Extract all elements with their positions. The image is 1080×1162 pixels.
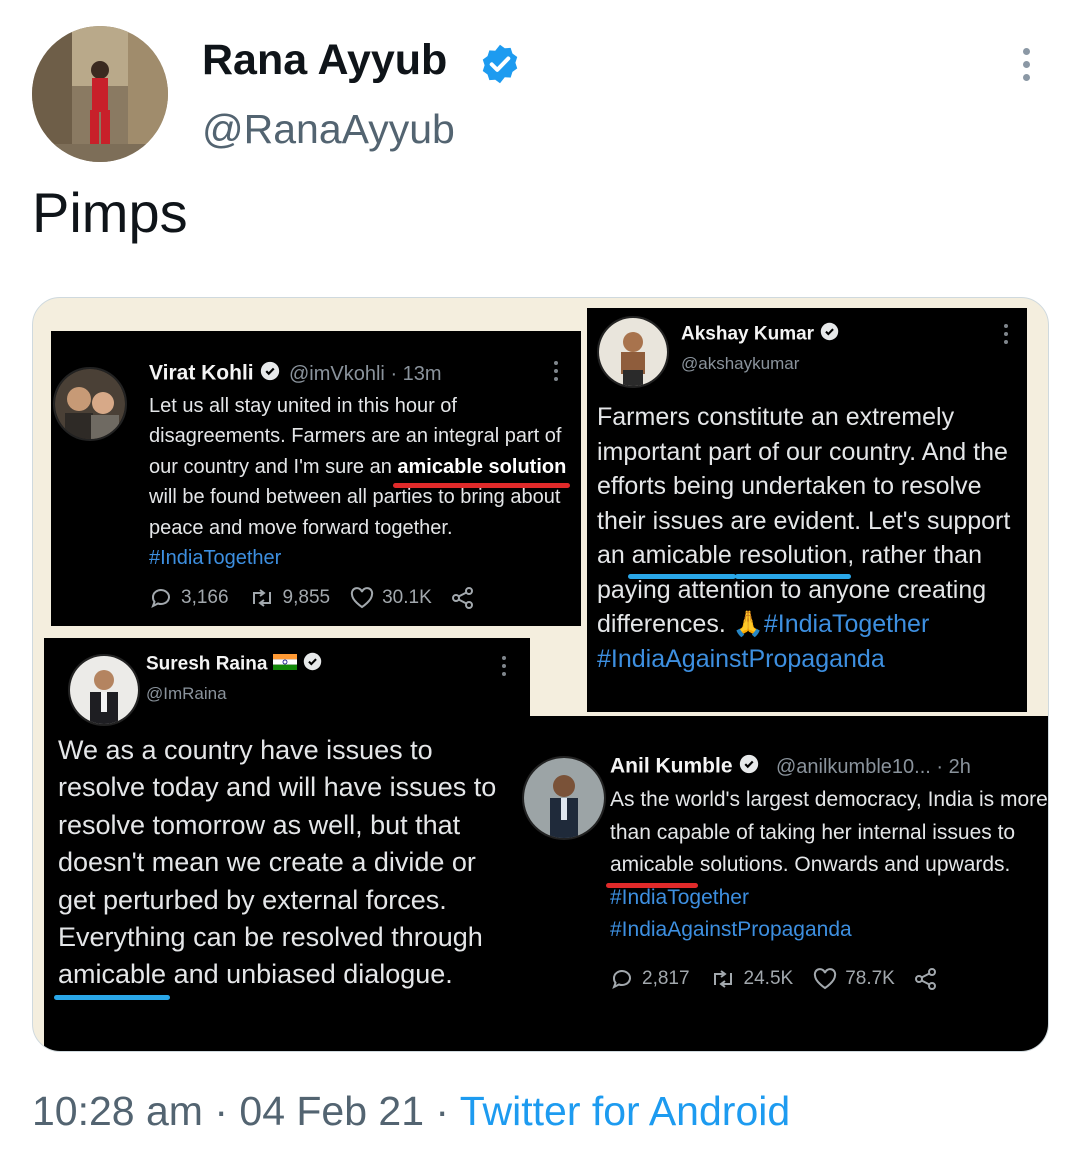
tweet-source-link[interactable]: Twitter for Android (460, 1088, 790, 1134)
raina-name: Suresh Raina (146, 653, 268, 675)
kohli-handle: @imVkohli (289, 363, 385, 385)
akshay-highlight-2: resolution (738, 541, 848, 569)
raina-handle: @ImRaina (146, 684, 227, 703)
red-underline-mark (606, 882, 699, 888)
like-icon (814, 968, 837, 990)
tweet-meta: 10:28 am · 04 Feb 21 · Twitter for Andro… (32, 1088, 790, 1135)
kohli-highlight: amicable solution (397, 455, 567, 478)
reply-icon (151, 589, 170, 609)
raina-avatar (68, 654, 140, 726)
separator: · (424, 1088, 460, 1134)
kumble-handle: @anilkumble10... (776, 756, 931, 778)
share-icon (914, 968, 936, 990)
reply-icon (612, 970, 631, 990)
verified-badge-icon (478, 42, 522, 86)
akshay-highlight-1: amicable (631, 541, 732, 569)
user-handle[interactable]: @RanaAyyub (202, 106, 455, 153)
akshay-avatar (597, 316, 669, 388)
akshay-space (732, 541, 739, 569)
separator: · (202, 1088, 240, 1134)
kumble-retweets: 24.5K (743, 968, 794, 989)
tweet-date[interactable]: 04 Feb 21 (239, 1088, 424, 1134)
kohli-retweets: 9,855 (282, 587, 331, 608)
kohli-text-b: will be found between all parties to bri… (149, 486, 561, 539)
display-name[interactable]: Rana Ayyub (202, 36, 447, 85)
like-icon (350, 587, 374, 609)
kumble-highlight: amicable (610, 853, 695, 876)
kumble-text-a: As the world's largest democracy, India … (610, 788, 1048, 844)
kumble-verified-icon (739, 754, 759, 780)
avatar[interactable] (32, 26, 168, 162)
retweet-icon (713, 970, 732, 988)
akshay-verified-icon (820, 322, 839, 347)
kohli-tweet-card: Virat Kohli @imVkohli · 13m Let us all s… (51, 331, 581, 626)
akshay-handle: @akshaykumar (681, 354, 800, 373)
more-options-icon[interactable] (1016, 48, 1036, 88)
kumble-time: · 2h (936, 756, 971, 778)
tweet-media-image[interactable]: Virat Kohli @imVkohli · 13m Let us all s… (32, 297, 1049, 1052)
kohli-hashtag: #IndiaTogether (149, 547, 282, 570)
akshay-hashtag-1: #IndiaTogether (763, 610, 930, 638)
akshay-name: Akshay Kumar (681, 323, 815, 345)
kumble-hashtag-2: #IndiaAgainstPropaganda (610, 918, 852, 941)
kohli-avatar (53, 367, 127, 441)
kohli-likes: 30.1K (382, 587, 432, 608)
red-underline-mark (393, 483, 571, 489)
akshay-hashtag-2: #IndiaAgainstPropaganda (597, 644, 885, 673)
raina-verified-icon (303, 652, 322, 677)
share-icon (451, 587, 473, 609)
kohli-time: · 13m (390, 363, 442, 385)
raina-text-b: and unbiased dialogue. (166, 959, 453, 990)
blue-underline-mark (54, 994, 171, 1000)
kumble-name: Anil Kumble (610, 754, 733, 778)
kumble-tweet-card: Anil Kumble @anilkumble10... · 2h As the… (516, 716, 1048, 1051)
raina-more-icon (501, 656, 507, 680)
blue-underline-mark (627, 573, 736, 579)
raina-tweet-card: Suresh Raina @ImRaina We as a country ha… (44, 638, 530, 1051)
kohli-more-icon (553, 361, 559, 385)
kohli-name: Virat Kohli (149, 361, 254, 385)
raina-highlight: amicable (58, 959, 167, 990)
akshay-more-icon (1003, 324, 1009, 348)
kumble-replies: 2,817 (642, 968, 690, 989)
akshay-tweet-card: Akshay Kumar @akshaykumar Farmers consti… (587, 308, 1027, 712)
tweet-time[interactable]: 10:28 am (32, 1088, 203, 1134)
kumble-hashtag-1: #IndiaTogether (610, 885, 749, 909)
kumble-text-b: solutions. Onwards and upwards. (694, 853, 1011, 876)
kumble-avatar (522, 756, 606, 840)
kohli-replies: 3,166 (181, 587, 229, 608)
india-flag-icon (273, 653, 298, 676)
blue-underline-mark (734, 573, 852, 579)
kohli-verified-icon (260, 361, 280, 387)
kumble-likes: 78.7K (845, 968, 895, 989)
tweet-text: Pimps (32, 181, 188, 244)
retweet-icon (252, 589, 271, 607)
raina-text-a: We as a country have issues to resolve t… (58, 735, 497, 953)
